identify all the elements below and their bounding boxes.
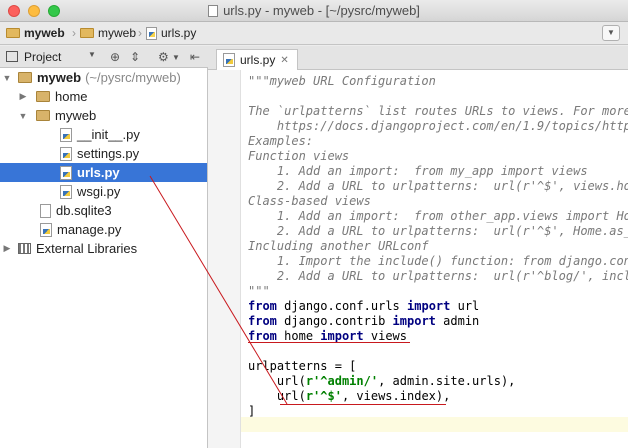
window-title-wrap: urls.py - myweb - [~/pysrc/myweb]: [0, 3, 628, 18]
code-line: Function views: [248, 149, 350, 163]
python-file-icon: [60, 184, 72, 199]
editor-gutter: [208, 70, 241, 448]
collapsed-arrow-icon[interactable]: ▶: [2, 243, 12, 254]
breadcrumb-item-package[interactable]: myweb: [80, 26, 136, 40]
folder-icon: [36, 110, 50, 121]
python-file-icon: [146, 26, 157, 40]
chevron-right-icon: ›: [138, 26, 142, 40]
current-line-highlight: [241, 417, 628, 432]
chevron-down-icon[interactable]: ▼: [88, 50, 96, 59]
python-file-icon: [223, 53, 235, 67]
python-file-icon: [60, 146, 72, 161]
tree-item-init-py[interactable]: __init__.py: [0, 125, 207, 144]
chevron-right-icon: ›: [72, 26, 76, 40]
tree-item-label: db.sqlite3: [56, 203, 112, 218]
run-config-dropdown[interactable]: ▼: [602, 25, 620, 41]
project-view-selector[interactable]: Project: [24, 50, 61, 64]
annotation-underline-url: [280, 404, 446, 405]
tree-item-db-sqlite3[interactable]: db.sqlite3: [0, 201, 207, 220]
tree-item-label: myweb: [37, 70, 82, 85]
code-line: 1. Import the include() function: from d…: [248, 254, 628, 268]
folder-icon: [6, 28, 20, 38]
expanded-arrow-icon[interactable]: ▼: [2, 73, 12, 83]
tree-item-settings-py[interactable]: settings.py: [0, 144, 207, 163]
tree-item-label: wsgi.py: [77, 184, 121, 199]
collapsed-arrow-icon[interactable]: ▶: [18, 91, 28, 102]
tree-item-label: urls.py: [77, 165, 120, 180]
file-icon: [208, 5, 219, 17]
code-line: 2. Add a URL to urlpatterns: url(r'^$', …: [248, 179, 628, 193]
navigation-bar: myweb › myweb › urls.py ▼: [0, 22, 628, 45]
annotation-underline-import: [248, 342, 410, 343]
tab-urls-py[interactable]: urls.py ✕: [216, 49, 298, 70]
scroll-from-source-icon[interactable]: ⊕: [110, 50, 120, 64]
gear-icon[interactable]: ⚙: [158, 50, 169, 64]
tree-item-myweb-package[interactable]: ▼ myweb: [0, 106, 207, 125]
title-bar: urls.py - myweb - [~/pysrc/myweb]: [0, 0, 628, 22]
project-tool-header: Project ▼ ⊕ ⇕ ⚙ ▼ ⇤: [0, 46, 208, 68]
editor-tab-bar: urls.py ✕: [208, 46, 628, 70]
code-line: from django.contrib import admin: [248, 314, 480, 328]
code-line: Examples:: [248, 134, 314, 148]
tree-item-manage-py[interactable]: manage.py: [0, 220, 207, 239]
code-editor[interactable]: """myweb URL Configuration The `urlpatte…: [241, 70, 628, 448]
database-file-icon: [40, 203, 51, 218]
breadcrumb-label: myweb: [24, 26, 65, 40]
tab-label: urls.py: [240, 53, 276, 67]
project-tree: ▼ myweb (~/pysrc/myweb) ▶ home ▼ myweb _…: [0, 68, 208, 448]
tree-item-label: home: [55, 89, 88, 104]
folder-icon: [36, 91, 50, 102]
breadcrumb-label: myweb: [98, 26, 137, 40]
expanded-arrow-icon[interactable]: ▼: [18, 111, 28, 121]
python-file-icon: [60, 165, 72, 180]
code-line: Including another URLconf: [248, 239, 429, 253]
code-line: The `urlpatterns` list routes URLs to vi…: [248, 104, 628, 118]
breadcrumb-item-file[interactable]: urls.py: [146, 26, 196, 40]
code-line: https://docs.djangoproject.com/en/1.9/to…: [248, 119, 628, 133]
tree-item-urls-py[interactable]: urls.py: [0, 163, 207, 182]
tree-item-label: settings.py: [77, 146, 140, 161]
code-line: url(r'^admin/', admin.site.urls),: [276, 374, 516, 388]
code-line: 1. Add an import: from my_app import vie…: [248, 164, 588, 178]
code-line: """: [248, 284, 270, 298]
code-line: ]: [248, 404, 256, 418]
tree-item-myweb-root[interactable]: ▼ myweb (~/pysrc/myweb): [0, 68, 207, 87]
tree-item-label: External Libraries: [36, 241, 138, 256]
python-file-icon: [60, 127, 72, 142]
collapse-all-icon[interactable]: ⇕: [130, 50, 140, 64]
tree-item-home[interactable]: ▶ home: [0, 87, 207, 106]
hide-panel-icon[interactable]: ⇤: [190, 50, 200, 64]
folder-icon: [80, 28, 94, 38]
tree-item-path-hint: (~/pysrc/myweb): [85, 70, 181, 85]
tree-item-label: __init__.py: [77, 127, 140, 142]
tree-item-label: manage.py: [57, 222, 122, 237]
chevron-down-icon[interactable]: ▼: [172, 53, 180, 62]
code-line: Class-based views: [248, 194, 371, 208]
breadcrumb-item-project[interactable]: myweb: [6, 26, 65, 40]
close-icon[interactable]: ✕: [280, 55, 288, 66]
project-icon: [6, 51, 18, 62]
code-line: """myweb URL Configuration: [248, 74, 436, 88]
code-line: 2. Add a URL to urlpatterns: url(r'^$', …: [248, 224, 628, 238]
code-line: urlpatterns = [: [248, 359, 357, 373]
tree-item-external-libraries[interactable]: ▶ External Libraries: [0, 239, 207, 258]
code-line: 1. Add an import: from other_app.views i…: [248, 209, 628, 223]
python-file-icon: [40, 222, 52, 237]
code-line: url(r'^$', views.index),: [276, 389, 451, 403]
code-line: from django.conf.urls import url: [248, 299, 480, 313]
tree-item-label: myweb: [55, 108, 97, 123]
breadcrumb-label: urls.py: [161, 26, 197, 40]
tree-item-wsgi-py[interactable]: wsgi.py: [0, 182, 207, 201]
folder-icon: [18, 72, 32, 83]
code-line: 2. Add a URL to urlpatterns: url(r'^blog…: [248, 269, 628, 283]
window-title: urls.py - myweb - [~/pysrc/myweb]: [223, 3, 420, 18]
library-icon: [18, 243, 31, 254]
